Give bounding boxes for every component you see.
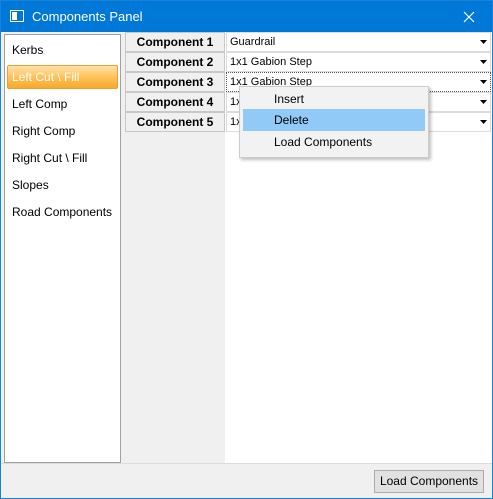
sidebar-item-road-components[interactable]: Road Components — [7, 200, 118, 224]
menu-item-insert[interactable]: Insert — [243, 88, 425, 110]
row-label: Component 4 — [125, 92, 225, 112]
footer-bar: Load Components — [1, 463, 492, 498]
sidebar-item-right-comp[interactable]: Right Comp — [7, 119, 118, 143]
window-title: Components Panel — [32, 9, 143, 24]
sidebar-item-left-cut-fill[interactable]: Left Cut \ Fill — [7, 65, 118, 89]
sidebar-item-right-cut-fill[interactable]: Right Cut \ Fill — [7, 146, 118, 170]
menu-item-load-components[interactable]: Load Components — [243, 131, 425, 153]
chevron-down-icon[interactable] — [476, 33, 490, 51]
close-icon — [463, 11, 475, 22]
window-icon — [10, 10, 24, 22]
dropdown-value: 1x1 Gabion Step — [230, 56, 312, 68]
chevron-down-icon[interactable] — [476, 93, 490, 111]
row-label: Component 3 — [125, 72, 225, 92]
context-menu: Insert Delete Load Components — [239, 86, 429, 158]
sidebar-item-kerbs[interactable]: Kerbs — [7, 38, 118, 62]
component-2-dropdown[interactable]: 1x1 Gabion Step — [226, 52, 491, 72]
dropdown-value: Guardrail — [230, 36, 276, 48]
components-panel-window: Components Panel Kerbs Left Cut \ Fill L… — [0, 0, 493, 499]
row-label: Component 5 — [125, 112, 225, 132]
row-label: Component 2 — [125, 52, 225, 72]
table-row: Component 2 1x1 Gabion Step — [125, 52, 492, 72]
load-components-button[interactable]: Load Components — [374, 470, 484, 493]
component-1-dropdown[interactable]: Guardrail — [226, 32, 491, 52]
sidebar-item-left-comp[interactable]: Left Comp — [7, 92, 118, 116]
sidebar-item-slopes[interactable]: Slopes — [7, 173, 118, 197]
chevron-down-icon[interactable] — [476, 113, 490, 131]
category-list: Kerbs Left Cut \ Fill Left Comp Right Co… — [4, 34, 121, 463]
title-bar[interactable]: Components Panel — [1, 1, 492, 32]
chevron-down-icon[interactable] — [476, 73, 490, 91]
chevron-down-icon[interactable] — [476, 53, 490, 71]
table-row: Component 1 Guardrail — [125, 32, 492, 52]
row-label: Component 1 — [125, 32, 225, 52]
menu-item-delete[interactable]: Delete — [243, 109, 425, 131]
close-button[interactable] — [446, 1, 492, 32]
